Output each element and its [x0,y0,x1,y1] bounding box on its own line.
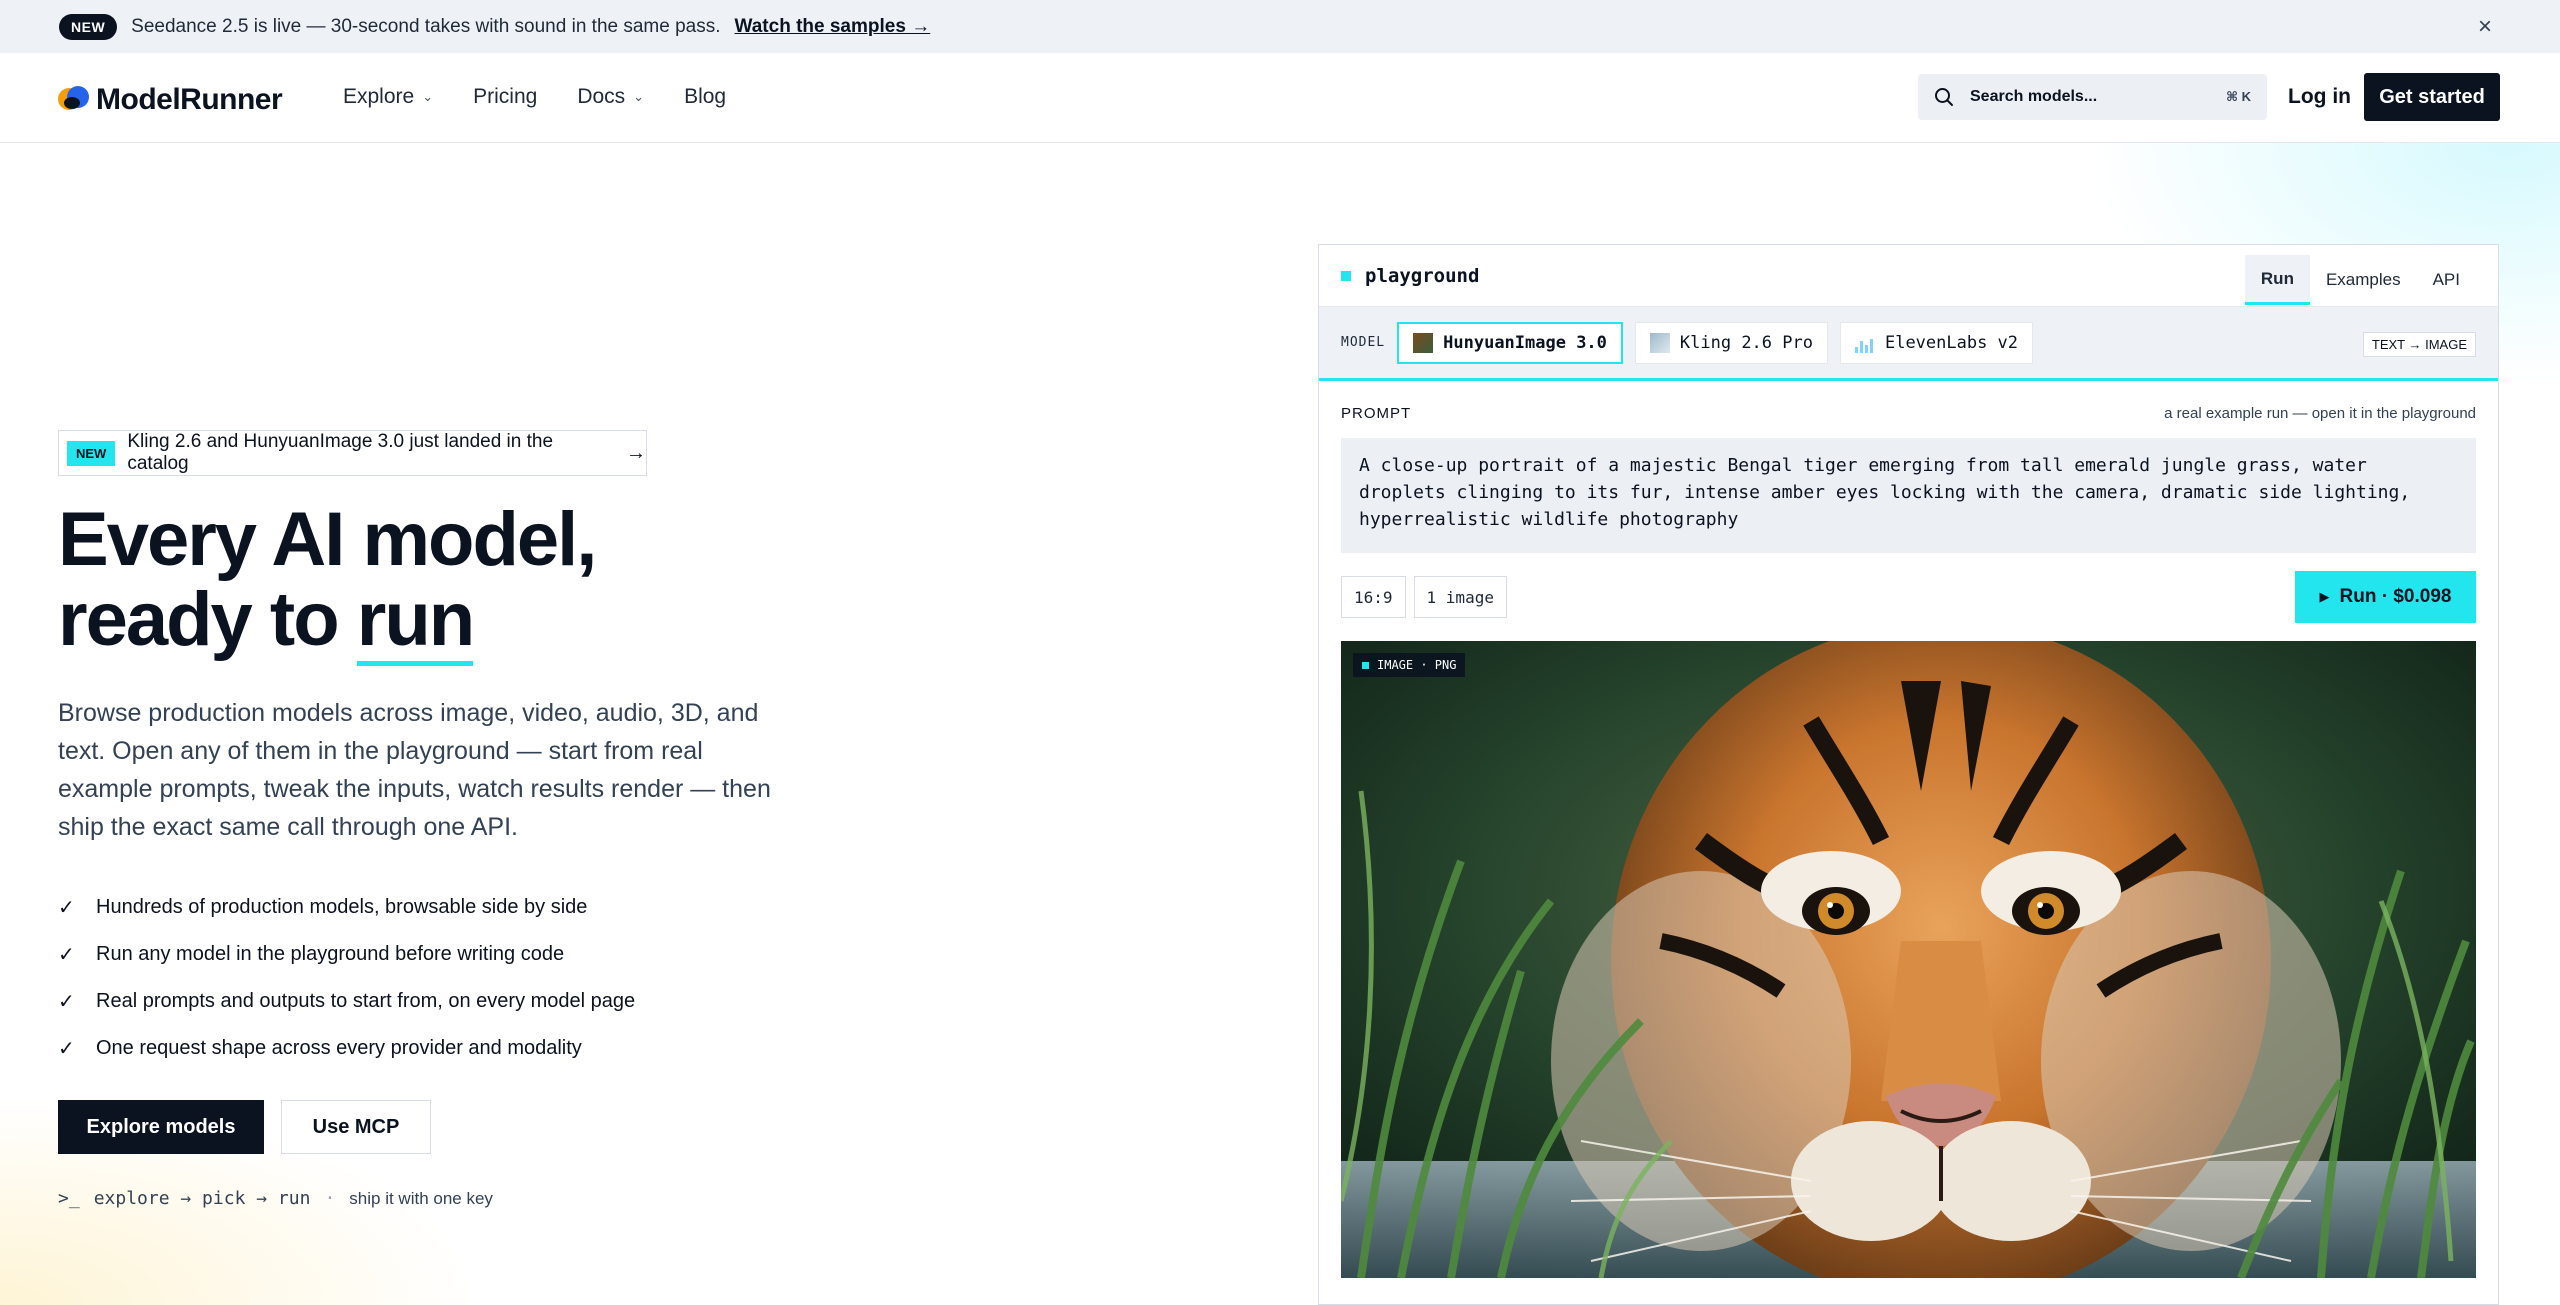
check-icon: ✓ [58,944,75,966]
logo-mark-icon [58,84,90,116]
waveform-icon [1854,333,1875,353]
feature-checklist: ✓ Hundreds of production models, browsab… [58,884,635,1072]
output-format-tag: IMAGE · PNG [1353,653,1466,677]
cli-hint: >_ explore → pick → run · ship it with o… [58,1188,493,1209]
catalog-news-badge[interactable]: NEW Kling 2.6 and HunyuanImage 3.0 just … [58,430,647,476]
arrow-right-icon: → [626,441,646,464]
brand-logo[interactable]: ModelRunner [58,83,283,117]
playground-header: playground Run Examples API [1319,245,2498,307]
prompt-note: a real example run — open it in the play… [2164,405,2476,422]
playground-tabs: Run Examples API [2244,255,2476,305]
mode-tag: TEXT → IMAGE [2362,332,2476,357]
check-icon: ✓ [58,897,75,919]
brand-name: ModelRunner [96,83,283,116]
search-input[interactable]: Search models... ⌘ K [1918,74,2267,120]
tab-api[interactable]: API [2417,255,2476,305]
announcement-text: Seedance 2.5 is live — 30-second takes w… [131,15,721,37]
nav-blog[interactable]: Blog [684,85,726,109]
login-link[interactable]: Log in [2288,85,2351,109]
watch-samples-link[interactable]: Watch the samples → [735,16,931,38]
tiger-image [1341,641,2476,1278]
landscape-thumb-icon [1649,332,1670,353]
search-placeholder: Search models... [1970,88,2098,105]
hero-description: Browse production models across image, v… [58,699,771,841]
output-image: IMAGE · PNG [1341,641,2476,1278]
close-icon[interactable]: × [2478,13,2492,41]
chevron-down-icon: ⌄ [633,89,645,104]
playground-title: playground [1365,264,1480,287]
checklist-item: ✓ Real prompts and outputs to start from… [58,990,636,1013]
chevron-down-icon: ⌄ [422,89,434,104]
tab-examples[interactable]: Examples [2310,255,2417,305]
checklist-item: ✓ Hundreds of production models, browsab… [58,896,588,919]
nav-explore[interactable]: Explore ⌄ [343,85,433,109]
playground-panel: playground Run Examples API MODEL Hunyua… [1318,244,2499,1305]
run-options: 16:9 1 image [1341,576,1515,618]
badge-text: Kling 2.6 and HunyuanImage 3.0 just land… [127,431,554,474]
playground-square-icon [1341,270,1351,281]
cli-separator: · [324,1188,336,1209]
model-chip-kling[interactable]: Kling 2.6 Pro [1634,321,1828,364]
model-label: MODEL [1341,335,1386,350]
search-icon [1935,88,1953,106]
nav-pricing-label: Pricing [473,85,538,108]
nav-blog-label: Blog [684,85,727,108]
top-nav: ModelRunner Explore ⌄ Pricing Docs ⌄ Blo… [0,53,2560,143]
explore-models-button[interactable]: Explore models [58,1100,264,1154]
cli-tail: ship it with one key [349,1188,493,1208]
tab-run[interactable]: Run [2244,255,2310,305]
nav-docs-label: Docs [577,85,626,108]
nav-explore-label: Explore [343,85,415,108]
model-chip-elevenlabs[interactable]: ElevenLabs v2 [1839,321,2034,364]
nav-links: Explore ⌄ Pricing Docs ⌄ Blog [343,85,766,109]
prompt-textarea[interactable]: A close-up portrait of a majestic Bengal… [1341,438,2476,553]
nav-pricing[interactable]: Pricing [473,85,537,109]
search-shortcut: ⌘ K [2225,89,2251,104]
use-mcp-button[interactable]: Use MCP [281,1100,431,1154]
hero-title: Every AI model, ready to run [58,497,597,666]
checklist-item: ✓ One request shape across every provide… [58,1037,582,1060]
check-icon: ✓ [58,991,75,1013]
image-count-option[interactable]: 1 image [1413,576,1507,618]
badge-new-label: NEW [67,440,116,466]
checklist-item: ✓ Run any model in the playground before… [58,943,565,966]
prompt-label: PROMPT [1341,405,1412,422]
run-button-label: Run · $0.098 [2339,586,2452,607]
hero-title-line1: Every AI model, [58,497,597,582]
check-icon: ✓ [58,1038,75,1060]
announcement-new-badge: NEW [59,13,118,40]
model-chip-hunyuanimage[interactable]: HunyuanImage 3.0 [1397,321,1623,364]
tiger-thumb-icon [1413,332,1434,353]
model-selector: MODEL HunyuanImage 3.0 Kling 2.6 Pro Ele… [1319,307,2498,381]
cli-flow: explore → pick → run [93,1188,311,1209]
run-button[interactable]: ▶ Run · $0.098 [2295,571,2476,623]
nav-docs[interactable]: Docs ⌄ [577,85,644,109]
hero-title-emphasis: run [356,577,475,666]
aspect-ratio-option[interactable]: 16:9 [1341,576,1406,618]
play-icon: ▶ [2319,589,2330,604]
terminal-icon: >_ [58,1188,80,1209]
announcement-bar: NEW Seedance 2.5 is live — 30-second tak… [0,0,2560,53]
hero-title-line2: ready to run [58,577,475,666]
prompt-header: PROMPT a real example run — open it in t… [1341,405,2476,422]
get-started-button[interactable]: Get started [2364,73,2500,121]
